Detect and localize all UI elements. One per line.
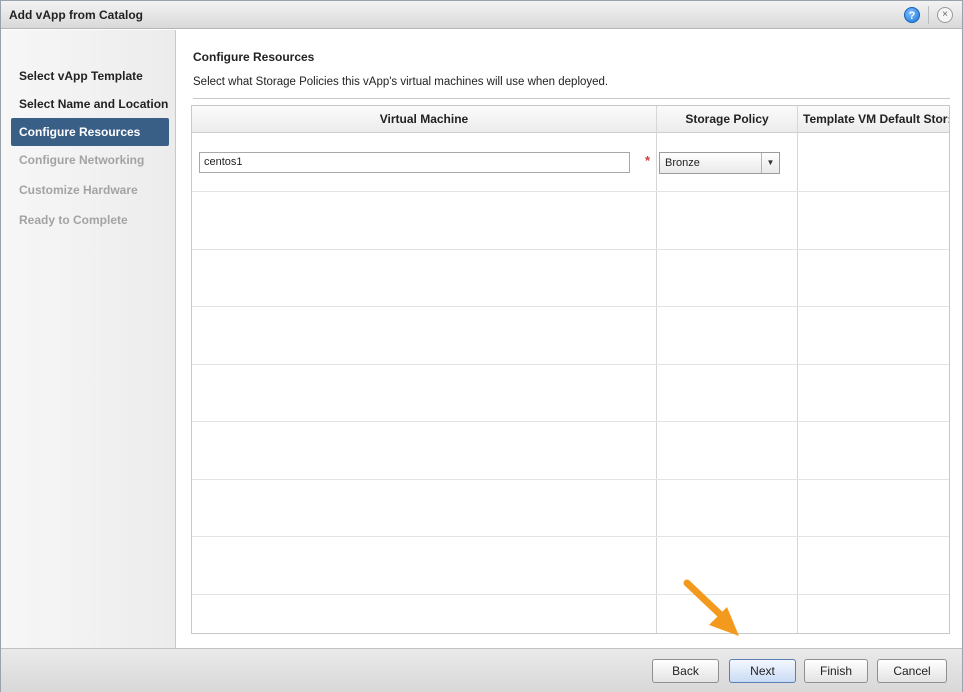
row-divider <box>192 536 949 537</box>
step-configure-resources[interactable]: Configure Resources <box>11 118 169 146</box>
step-select-name-location[interactable]: Select Name and Location <box>11 90 169 118</box>
required-indicator: * <box>645 153 651 168</box>
row-divider <box>192 249 949 250</box>
title-bar: Add vApp from Catalog ? × <box>1 1 962 29</box>
help-icon[interactable]: ? <box>904 7 920 23</box>
column-header-storage-policy[interactable]: Storage Policy <box>657 106 797 133</box>
page-title: Configure Resources <box>193 50 315 64</box>
column-header-virtual-machine[interactable]: Virtual Machine <box>192 106 656 133</box>
row-divider <box>192 594 949 595</box>
table-header: Virtual Machine Storage Policy Template … <box>192 106 949 133</box>
close-icon[interactable]: × <box>937 7 953 23</box>
cancel-button[interactable]: Cancel <box>877 659 947 683</box>
storage-policy-value: Bronze <box>665 157 700 169</box>
step-ready-to-complete: Ready to Complete <box>19 213 128 227</box>
page-description: Select what Storage Policies this vApp's… <box>193 76 609 88</box>
row-divider <box>192 306 949 307</box>
title-separator <box>928 6 929 24</box>
arrow-pointer-icon <box>683 579 739 636</box>
arrow-shaft <box>683 579 729 623</box>
divider <box>193 98 950 99</box>
storage-policy-select[interactable]: Bronze ▼ <box>659 152 780 174</box>
column-header-template-default[interactable]: Template VM Default Stor: <box>798 106 949 133</box>
column-divider <box>797 106 798 633</box>
dialog-window: Add vApp from Catalog ? × Select vApp Te… <box>0 0 963 692</box>
finish-button[interactable]: Finish <box>804 659 868 683</box>
step-customize-hardware: Customize Hardware <box>19 183 138 197</box>
row-divider <box>192 364 949 365</box>
row-divider <box>192 479 949 480</box>
dialog-title: Add vApp from Catalog <box>9 8 143 22</box>
vm-name-input[interactable]: centos1 <box>199 152 630 173</box>
step-select-vapp-template[interactable]: Select vApp Template <box>11 62 169 90</box>
resources-table: Virtual Machine Storage Policy Template … <box>191 105 950 634</box>
main-panel: Configure Resources Select what Storage … <box>177 30 962 648</box>
step-configure-networking: Configure Networking <box>19 153 145 167</box>
column-divider <box>656 106 657 633</box>
footer-bar: Back Next Finish Cancel <box>1 648 962 692</box>
next-button[interactable]: Next <box>729 659 796 683</box>
back-button[interactable]: Back <box>652 659 719 683</box>
wizard-steps: Select vApp Template Select Name and Loc… <box>1 30 176 648</box>
chevron-down-icon[interactable]: ▼ <box>761 153 779 173</box>
row-divider <box>192 421 949 422</box>
row-divider <box>192 191 949 192</box>
